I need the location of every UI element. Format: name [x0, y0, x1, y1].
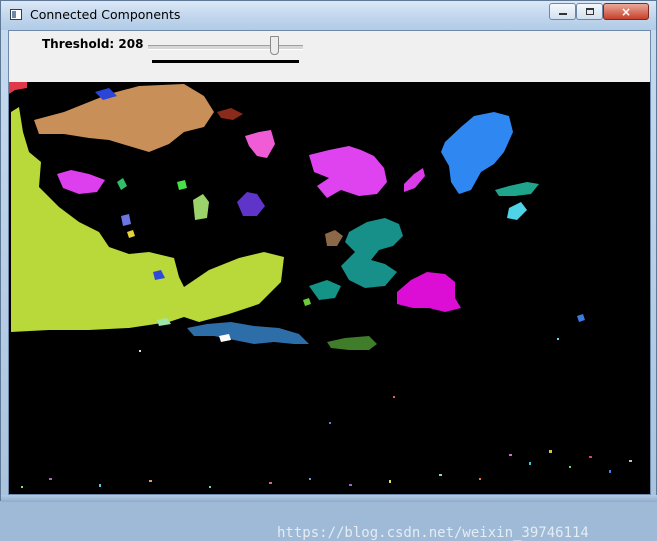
component-region — [495, 182, 539, 196]
component-region — [577, 314, 585, 322]
component-region — [303, 298, 311, 306]
component-region — [217, 108, 243, 120]
trackbar-underline — [152, 60, 299, 63]
maximize-icon — [585, 8, 594, 15]
component-region — [441, 112, 513, 194]
trackbar-panel: Threshold: 208 — [9, 31, 650, 82]
minimize-button[interactable] — [549, 3, 576, 20]
connected-components-image: https://blog.csdn.net/weixin_39746114 — [9, 82, 650, 541]
component-region — [507, 202, 527, 220]
maximize-button[interactable] — [576, 3, 603, 20]
watermark-text: https://blog.csdn.net/weixin_39746114 — [277, 525, 589, 541]
component-region — [117, 178, 127, 190]
window-title: Connected Components — [30, 7, 181, 22]
component-region — [193, 194, 209, 220]
client-area: Threshold: 208 https://blog.csdn.net/wei… — [8, 30, 651, 541]
component-region — [121, 214, 131, 226]
component-region — [404, 168, 425, 192]
component-region — [309, 146, 387, 198]
title-bar[interactable]: Connected Components × — [1, 1, 656, 30]
component-region — [57, 170, 105, 194]
components-canvas — [9, 82, 632, 488]
close-button[interactable]: × — [603, 3, 649, 20]
component-region — [397, 272, 461, 312]
component-region — [325, 230, 343, 246]
threshold-slider-track[interactable] — [148, 45, 303, 50]
component-region — [245, 130, 275, 158]
component-region — [177, 180, 187, 190]
threshold-label: Threshold: 208 — [42, 37, 144, 51]
noise-speckles — [21, 338, 632, 488]
component-region — [341, 218, 403, 288]
component-region — [187, 322, 309, 344]
component-region — [237, 192, 265, 216]
component-region — [327, 336, 377, 350]
close-icon: × — [620, 4, 632, 19]
component-region — [127, 230, 135, 238]
app-window-icon — [10, 9, 22, 20]
threshold-slider-thumb[interactable] — [270, 36, 279, 55]
component-region — [9, 82, 27, 94]
app-window: Connected Components × Threshold: 208 ht… — [0, 0, 657, 541]
minimize-icon — [558, 13, 567, 15]
component-region — [34, 84, 214, 152]
component-region — [309, 280, 341, 300]
